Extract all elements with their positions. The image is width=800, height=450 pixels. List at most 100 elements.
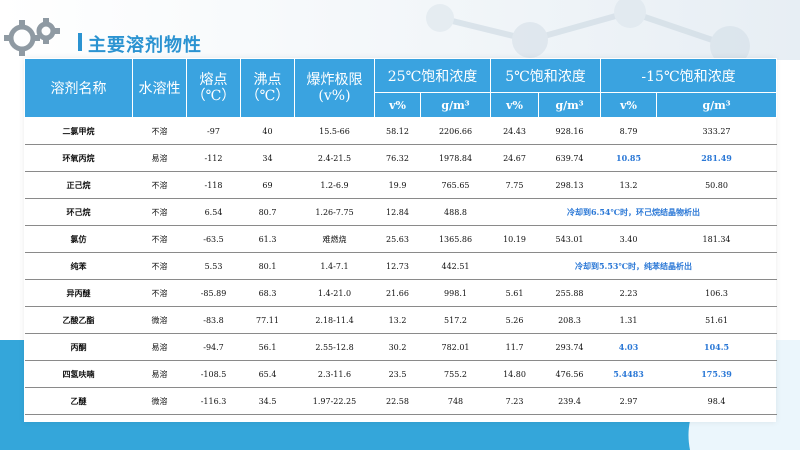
cell-v25: 19.9: [374, 171, 421, 199]
cell-gm15: 106.3: [656, 279, 777, 307]
gear-icon: [4, 18, 60, 56]
cell-limit: 2.3-11.6: [294, 360, 375, 388]
cell-name: 二氯甲烷: [24, 117, 133, 145]
solvent-properties-table: 溶剂名称 水溶性 熔点 （℃） 沸点 （℃） 爆炸极限 (v%) 25℃饱和浓度…: [24, 58, 778, 422]
cell-water: 不溶: [132, 279, 187, 307]
cell-v5: 14.80: [490, 360, 539, 388]
cell-v25: 23.5: [374, 360, 421, 388]
cell-g25: 782.01: [420, 333, 491, 361]
header-solvent: 溶剂名称: [24, 58, 133, 118]
header-explosion-limit: 爆炸极限 (v%): [294, 58, 375, 118]
cell-v5: 7.23: [490, 387, 539, 415]
cell-limit: 2.18-11.4: [294, 306, 375, 334]
cell-mp: -85.89: [186, 279, 241, 307]
cell-vm15: 13.2: [600, 171, 657, 199]
cell-water: 不溶: [132, 198, 187, 226]
cell-gm15: 333.27: [656, 117, 777, 145]
table-row: 氯仿 不溶 -63.5 61.3 难燃烧 25.63 1365.86 10.19…: [24, 225, 777, 253]
cell-vm15: 2.97: [600, 387, 657, 415]
header-sat-m15: -15℃饱和浓度: [600, 58, 778, 93]
table-row: 四氢呋喃 易溶 -108.5 65.4 2.3-11.6 23.5 755.2 …: [24, 360, 777, 388]
cell-mp: -118: [186, 171, 241, 199]
table-row: 正己烷 不溶 -118 69 1.2-6.9 19.9 765.65 7.75 …: [24, 171, 777, 199]
table-row: 异丙醚 不溶 -85.89 68.3 1.4-21.0 21.66 998.1 …: [24, 279, 777, 307]
cell-v5: 5.26: [490, 306, 539, 334]
table-header-row: 溶剂名称 水溶性 熔点 （℃） 沸点 （℃） 爆炸极限 (v%) 25℃饱和浓度…: [24, 58, 778, 118]
cell-bp: 34.5: [240, 387, 295, 415]
cell-name: 异丙醚: [24, 279, 133, 307]
cell-bp: 40: [240, 117, 295, 145]
cell-gm15: 175.39: [656, 360, 777, 388]
cell-name: 环氧丙烷: [24, 144, 133, 172]
cell-water: 不溶: [132, 117, 187, 145]
cell-g25: 748: [420, 387, 491, 415]
cell-g5: 298.13: [538, 171, 601, 199]
subheader-g5: g/m³: [538, 92, 602, 118]
cell-mp: -94.7: [186, 333, 241, 361]
table-row: 纯苯 不溶 5.53 80.1 1.4-7.1 12.73 442.51 冷却到…: [24, 252, 777, 280]
cell-mp: -83.8: [186, 306, 241, 334]
cell-name: 四氢呋喃: [24, 360, 133, 388]
subheader-v25: v%: [374, 92, 421, 118]
cell-v25: 12.84: [374, 198, 421, 226]
cell-mp: -112: [186, 144, 241, 172]
cell-g25: 998.1: [420, 279, 491, 307]
cell-mp: 6.54: [186, 198, 241, 226]
subheader-gm15: g/m³: [656, 92, 778, 118]
cell-water: 不溶: [132, 252, 187, 280]
cell-mp: -63.5: [186, 225, 241, 253]
cell-vm15: 1.31: [600, 306, 657, 334]
cell-g5: 293.74: [538, 333, 601, 361]
header-melting-point: 熔点 （℃）: [186, 58, 241, 118]
cell-g25: 442.51: [420, 252, 491, 280]
cell-vm15: 3.40: [600, 225, 657, 253]
subheader-vm15: v%: [600, 92, 658, 118]
cell-gm15: 104.5: [656, 333, 777, 361]
cell-g5: 255.88: [538, 279, 601, 307]
cell-bp: 61.3: [240, 225, 295, 253]
cell-v25: 12.73: [374, 252, 421, 280]
page-title: 主要溶剂物性: [88, 35, 202, 56]
cell-g25: 488.8: [420, 198, 491, 226]
cell-g5: 208.3: [538, 306, 601, 334]
cell-g5: 239.4: [538, 387, 601, 415]
cell-g25: 1978.84: [420, 144, 491, 172]
cell-bp: 65.4: [240, 360, 295, 388]
cell-mp: -116.3: [186, 387, 241, 415]
cell-v5: 24.67: [490, 144, 539, 172]
cell-v5: 11.7: [490, 333, 539, 361]
cell-name: 纯苯: [24, 252, 133, 280]
cell-g25: 755.2: [420, 360, 491, 388]
subheader-g25: g/m³: [419, 92, 492, 118]
title-accent-bar: [78, 33, 82, 51]
cell-water: 易溶: [132, 144, 187, 172]
cell-gm15: 51.61: [656, 306, 777, 334]
cell-water: 不溶: [132, 225, 187, 253]
cell-limit: 1.2-6.9: [294, 171, 375, 199]
cell-water: 微溶: [132, 387, 187, 415]
cell-v25: 21.66: [374, 279, 421, 307]
cell-gm15: 181.34: [656, 225, 777, 253]
cell-limit: 15.5-66: [294, 117, 375, 145]
cell-vm15: 2.23: [600, 279, 657, 307]
cell-name: 乙酸乙酯: [24, 306, 133, 334]
cell-bp: 69: [240, 171, 295, 199]
cell-limit: 1.97-22.25: [294, 387, 375, 415]
table-row: 丙酮 易溶 -94.7 56.1 2.55-12.8 30.2 782.01 1…: [24, 333, 777, 361]
cell-water: 易溶: [132, 333, 187, 361]
cell-g25: 2206.66: [420, 117, 491, 145]
cell-limit: 难燃烧: [294, 225, 375, 253]
cell-name: 正己烷: [24, 171, 133, 199]
cell-g5: 543.01: [538, 225, 601, 253]
header-water-solubility: 水溶性: [132, 58, 187, 118]
cell-vm15: 10.85: [600, 144, 657, 172]
cell-gm15: 98.4: [656, 387, 777, 415]
cell-mp: -97: [186, 117, 241, 145]
table-row: 二氯甲烷 不溶 -97 40 15.5-66 58.12 2206.66 24.…: [24, 117, 777, 145]
cell-vm15: 5.4483: [600, 360, 657, 388]
cell-g25: 1365.86: [420, 225, 491, 253]
cell-water: 易溶: [132, 360, 187, 388]
table-row: 环己烷 不溶 6.54 80.7 1.26-7.75 12.84 488.8 冷…: [24, 198, 777, 226]
header-sat-5: 5℃饱和浓度: [490, 58, 602, 93]
cell-water: 微溶: [132, 306, 187, 334]
